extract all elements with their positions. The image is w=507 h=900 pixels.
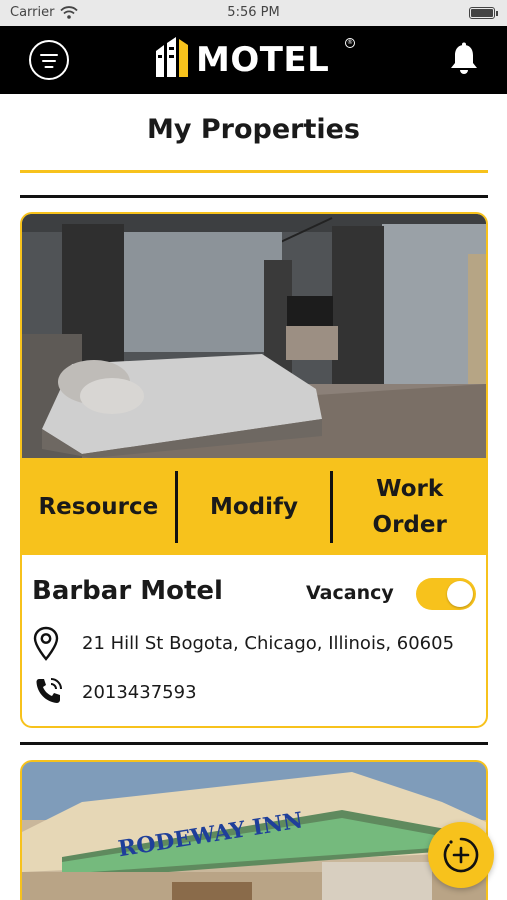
brand-logo: MOTEL ® — [152, 36, 355, 84]
building-logo-icon — [156, 37, 188, 77]
status-time: 5:56 PM — [227, 5, 280, 20]
phone-icon — [36, 678, 62, 703]
status-bar: Carrier 5:56 PM — [0, 0, 507, 26]
vacancy-toggle[interactable] — [416, 578, 476, 610]
registered-mark-icon: ® — [345, 38, 355, 48]
modify-button[interactable]: Modify — [178, 471, 331, 543]
brand-name: MOTEL — [196, 40, 330, 80]
menu-button[interactable] — [29, 40, 69, 80]
property-name: Barbar Motel — [32, 576, 223, 606]
property-address: 21 Hill St Bogota, Chicago, Illinois, 60… — [82, 633, 455, 654]
property-action-bar: Resource Modify Work Order — [22, 458, 486, 555]
section-divider — [20, 742, 488, 745]
add-property-button[interactable] — [428, 822, 494, 888]
property-photo — [22, 214, 486, 458]
menu-icon — [40, 54, 58, 56]
title-underline — [20, 170, 488, 173]
vacancy-label: Vacancy — [306, 582, 394, 604]
location-pin-icon — [33, 626, 59, 661]
property-photo: RODEWAY INN — [22, 762, 486, 900]
property-card[interactable]: RODEWAY INN — [20, 760, 488, 900]
add-circle-icon — [443, 837, 479, 873]
resource-button[interactable]: Resource — [22, 471, 175, 543]
section-divider — [20, 195, 488, 198]
work-order-button[interactable]: Work Order — [333, 471, 486, 543]
app-header: MOTEL ® — [0, 26, 507, 94]
property-phone: 2013437593 — [82, 682, 197, 703]
bell-icon[interactable] — [448, 42, 480, 76]
toggle-knob — [447, 581, 473, 607]
work-order-label: Work Order — [372, 475, 447, 538]
battery-icon — [469, 7, 498, 19]
page-title: My Properties — [146, 114, 361, 145]
property-card[interactable]: Resource Modify Work Order Barbar Motel … — [20, 212, 488, 728]
